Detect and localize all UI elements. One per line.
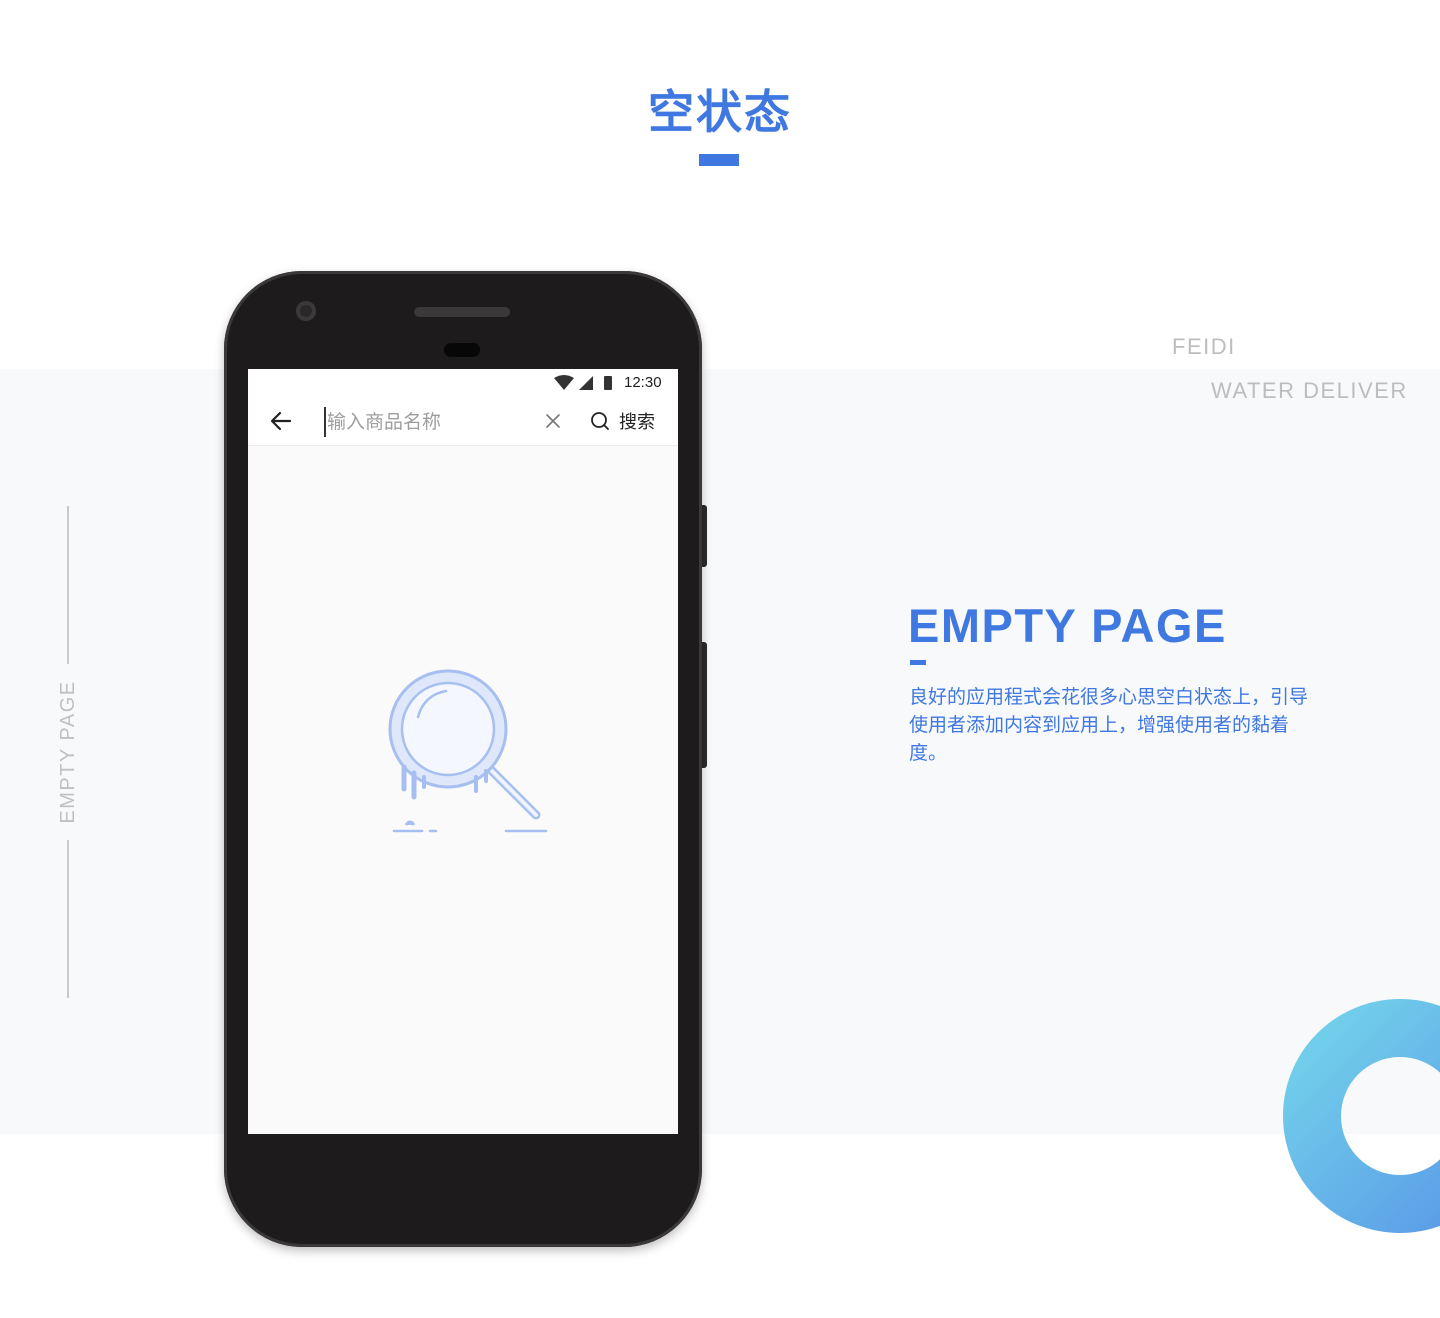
search-button-label: 搜索: [619, 412, 655, 433]
cell-signal-icon: [579, 376, 593, 390]
search-button[interactable]: 搜索: [590, 407, 655, 435]
arrow-left-icon[interactable]: [268, 408, 294, 434]
status-bar: 12:30: [248, 369, 678, 397]
status-time: 12:30: [624, 374, 662, 391]
section-heading: EMPTY PAGE: [908, 599, 1227, 652]
page-title: 空状态: [648, 85, 792, 139]
front-camera: [296, 301, 316, 321]
brand-tagline: WATER DELIVER: [1211, 378, 1408, 403]
section-description: 良好的应用程式会花很多心思空白状态上，引导使用者添加内容到应用上，增强使用者的黏…: [909, 686, 1309, 764]
side-vertical-label: EMPTY PAGE: [57, 680, 79, 824]
wifi-icon: [554, 375, 574, 390]
phone-screen: 12:30 搜索: [248, 369, 678, 1134]
brand-name: FEIDI: [1172, 334, 1236, 359]
status-icons: [554, 375, 612, 390]
side-divider-bottom: [67, 840, 69, 998]
close-icon[interactable]: [544, 412, 562, 430]
title-underline: [699, 154, 739, 166]
battery-icon: [604, 376, 612, 390]
section-heading-underline: [910, 660, 926, 665]
magnifier-illustration-icon: [388, 669, 548, 833]
search-icon: [591, 412, 609, 430]
search-bar: 搜索: [248, 397, 678, 446]
phone-speaker: [414, 307, 510, 317]
search-input[interactable]: [324, 407, 539, 437]
decorative-ring: [1283, 999, 1440, 1233]
phone-sensor: [444, 343, 480, 357]
side-divider-top: [67, 506, 69, 664]
